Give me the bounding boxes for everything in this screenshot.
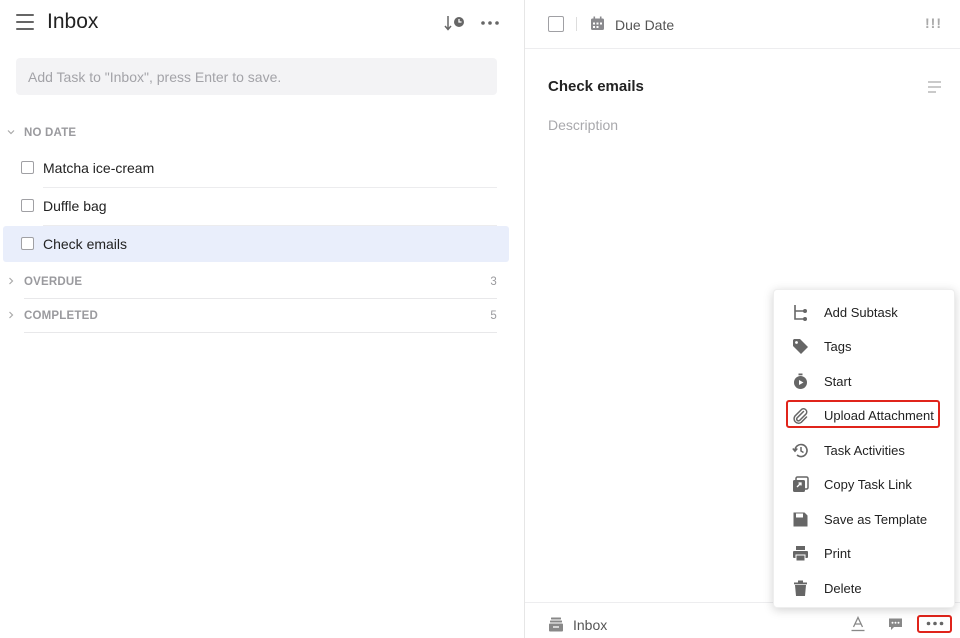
app-window: Inbox NO DATE Matcha ice-cream Duffle ba… (0, 0, 960, 638)
task-row[interactable]: Duffle bag (3, 188, 509, 224)
divider (576, 17, 577, 31)
task-checkbox[interactable] (21, 199, 34, 212)
section-count: 5 (490, 310, 497, 322)
task-title: Check emails (43, 236, 128, 252)
add-task-input[interactable] (16, 58, 497, 95)
task-checkbox[interactable] (21, 161, 34, 174)
more-options-icon (926, 621, 944, 626)
text-format-icon[interactable] (927, 80, 942, 94)
menu-item-label: Save as Template (824, 512, 928, 527)
more-options-icon[interactable] (480, 14, 500, 32)
due-date-button[interactable]: Due Date (615, 17, 674, 33)
menu-item-label: Tags (824, 339, 852, 354)
menu-item-copy-task-link[interactable]: Copy Task Link (774, 467, 956, 501)
menu-item-save-as-template[interactable]: Save as Template (774, 502, 956, 536)
menu-hamburger-icon[interactable] (16, 14, 34, 30)
task-detail-title[interactable]: Check emails (548, 78, 644, 95)
menu-item-label: Task Activities (824, 443, 905, 458)
chevron-right-icon (9, 311, 14, 319)
divider (24, 332, 497, 333)
save-icon (793, 512, 808, 527)
section-label: COMPLETED (24, 310, 98, 322)
detail-checkbox[interactable] (548, 16, 564, 32)
task-title: Matcha ice-cream (43, 160, 155, 176)
trash-icon (794, 580, 807, 596)
list-icon (549, 617, 563, 632)
task-row[interactable]: Matcha ice-cream (3, 150, 509, 186)
section-no-date[interactable]: NO DATE (0, 125, 524, 145)
timer-icon (794, 373, 807, 389)
divider (24, 298, 497, 299)
description-field[interactable]: Description (548, 117, 618, 133)
list-name-button[interactable]: Inbox (573, 617, 607, 633)
menu-item-start[interactable]: Start (774, 364, 956, 398)
menu-item-delete[interactable]: Delete (774, 571, 956, 605)
paperclip-icon (793, 408, 808, 424)
menu-item-label: Copy Task Link (824, 477, 912, 492)
link-copy-icon (793, 476, 809, 492)
menu-item-label: Print (824, 546, 851, 561)
task-checkbox[interactable] (21, 237, 34, 250)
page-title: Inbox (47, 10, 99, 33)
more-options-button[interactable] (917, 615, 952, 633)
printer-icon (793, 546, 808, 562)
menu-item-upload-attachment[interactable]: Upload Attachment (774, 398, 956, 432)
menu-item-label: Delete (824, 581, 862, 596)
menu-item-label: Upload Attachment (824, 408, 934, 423)
priority-button[interactable]: !!! (925, 15, 942, 31)
menu-item-label: Add Subtask (824, 305, 898, 320)
subtask-icon (794, 305, 807, 321)
divider (525, 48, 960, 49)
font-format-icon[interactable] (851, 616, 865, 632)
section-overdue[interactable]: OVERDUE 3 (0, 274, 524, 294)
menu-item-label: Start (824, 374, 852, 389)
section-label: NO DATE (24, 127, 77, 139)
more-options-menu: Add Subtask Tags Start Upload Attachment (773, 289, 955, 608)
task-list-pane: Inbox NO DATE Matcha ice-cream Duffle ba… (0, 0, 524, 638)
menu-item-tags[interactable]: Tags (774, 329, 956, 363)
comment-icon[interactable] (888, 617, 903, 631)
menu-item-task-activities[interactable]: Task Activities (774, 433, 956, 467)
history-icon (792, 443, 808, 458)
menu-item-add-subtask[interactable]: Add Subtask (774, 295, 956, 329)
task-title: Duffle bag (43, 198, 107, 214)
section-completed[interactable]: COMPLETED 5 (0, 308, 524, 328)
task-row-selected[interactable]: Check emails (3, 226, 509, 262)
sort-icon[interactable] (444, 14, 466, 32)
chevron-right-icon (9, 277, 14, 285)
calendar-icon[interactable] (590, 16, 605, 31)
section-label: OVERDUE (24, 276, 83, 288)
section-count: 3 (490, 276, 497, 288)
menu-item-print[interactable]: Print (774, 536, 956, 570)
tag-icon (793, 339, 808, 354)
chevron-down-icon (7, 130, 15, 135)
